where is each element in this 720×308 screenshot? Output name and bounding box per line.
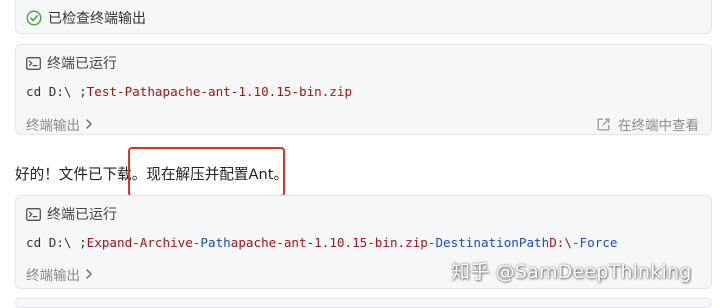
cmd-force-flag: -Force: [571, 235, 618, 250]
chevron-right-icon: [86, 269, 92, 279]
cmd-cd: cd D:\ ;: [26, 235, 87, 250]
terminal-output-label: 终端输出: [26, 268, 80, 284]
cmd-destination-flag: -DestinationPath: [427, 235, 550, 250]
terminal-command-2: cd D:\ ; Expand-Archive -Path apache-ant…: [26, 235, 617, 250]
watermark: 知乎 @SamDeepThinking: [451, 261, 692, 283]
terminal-header-1: 终端已运行: [26, 53, 117, 73]
terminal-output-label: 终端输出: [26, 118, 80, 134]
cmd-cd: cd D:\ ;: [26, 84, 87, 99]
terminal-output-link-2[interactable]: 终端输出: [26, 264, 92, 284]
terminal-icon: [26, 56, 41, 70]
cmd-expand-archive: Expand-Archive: [86, 235, 193, 250]
cmd-filename: apache-ant-1.10.15-bin.zip: [230, 235, 428, 250]
status-text: 已检查终端输出: [48, 11, 146, 27]
terminal-block-1: 终端已运行 cd D:\ ; Test-Path apache-ant-1.10…: [15, 44, 712, 135]
terminal-header-2: 终端已运行: [26, 204, 117, 224]
terminal-header-label: 终端已运行: [47, 56, 117, 72]
open-external-icon: [597, 118, 610, 130]
status-banner: 已检查终端输出: [26, 8, 146, 28]
terminal-header-label: 终端已运行: [47, 207, 117, 223]
next-card: [15, 298, 712, 308]
view-in-terminal-label: 在终端中查看: [618, 118, 699, 134]
terminal-icon: [26, 207, 41, 221]
terminal-command-1: cd D:\ ; Test-Path apache-ant-1.10.15-bi…: [26, 84, 352, 99]
chevron-right-icon: [86, 119, 92, 129]
terminal-output-link-1[interactable]: 终端输出: [26, 114, 92, 134]
highlight-box: [128, 147, 285, 197]
view-in-terminal-link[interactable]: 在终端中查看: [597, 114, 699, 134]
cmd-path-flag: -Path: [192, 235, 231, 250]
cmd-destination: D:\: [549, 235, 572, 250]
cmd-filename: apache-ant-1.10.15-bin.zip: [154, 84, 353, 99]
cmd-test-path: Test-Path: [86, 84, 155, 99]
status-card: 已检查终端输出: [15, 0, 712, 34]
check-circle-icon: [26, 10, 42, 26]
